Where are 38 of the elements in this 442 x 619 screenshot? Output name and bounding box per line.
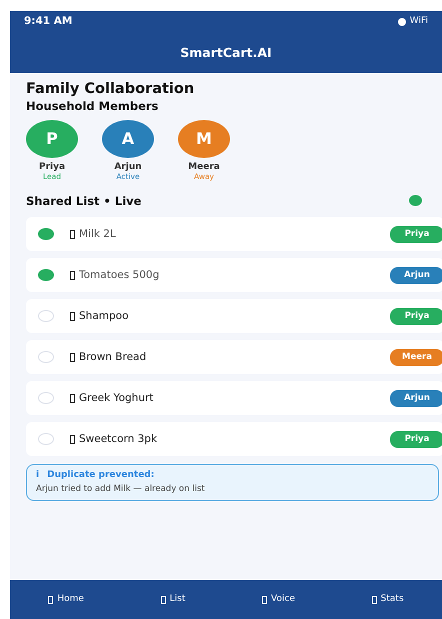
alert-message: Arjun tried to add Milk — already on list [36, 482, 206, 496]
member-avatar[interactable]: A [102, 120, 154, 158]
missing-glyph-icon [70, 434, 75, 444]
nav-tab[interactable]: Stats [368, 590, 408, 608]
missing-glyph-icon [70, 394, 75, 403]
item-name: Shampoo [79, 308, 128, 324]
nav-tab[interactable]: List [156, 590, 190, 608]
owner-tag: Priya [390, 431, 442, 448]
section-heading: Shared List • Live [26, 192, 142, 210]
checkbox[interactable] [38, 269, 54, 282]
member-name: Arjun [114, 162, 142, 172]
owner-tag: Priya [390, 308, 442, 325]
nav-tab[interactable]: Home [44, 590, 88, 608]
app-title: SmartCart.AI [180, 44, 272, 62]
owner-tag: Arjun [390, 267, 442, 284]
member-name: Meera [188, 162, 220, 172]
section-heading: Household Members [26, 98, 160, 116]
item-name: Brown Bread [79, 350, 146, 365]
status-time: 9:41 AM [24, 14, 72, 30]
item-name: Milk 2L [79, 226, 116, 242]
owner-tag: Priya [390, 226, 442, 243]
missing-glyph-icon [70, 352, 75, 362]
network-label: WiFi [410, 15, 428, 28]
missing-glyph-icon [70, 230, 75, 239]
missing-glyph-icon [70, 270, 75, 280]
page-title: Family Collaboration [26, 81, 196, 98]
item-name: Tomatoes 500g [79, 268, 160, 283]
member-name: Priya [38, 162, 66, 172]
owner-tag: Arjun [390, 390, 442, 407]
item-name: Greek Yoghurt [79, 390, 154, 406]
info-icon: i [36, 469, 40, 483]
nav-tab[interactable]: Voice [258, 590, 299, 608]
checkbox[interactable] [38, 228, 54, 240]
status-dot-icon [398, 18, 406, 26]
item-name: Sweetcorn 3pk [79, 432, 158, 447]
missing-glyph-icon [70, 312, 75, 321]
alert-title: Duplicate prevented: [47, 469, 154, 482]
owner-tag: Meera [390, 349, 442, 366]
